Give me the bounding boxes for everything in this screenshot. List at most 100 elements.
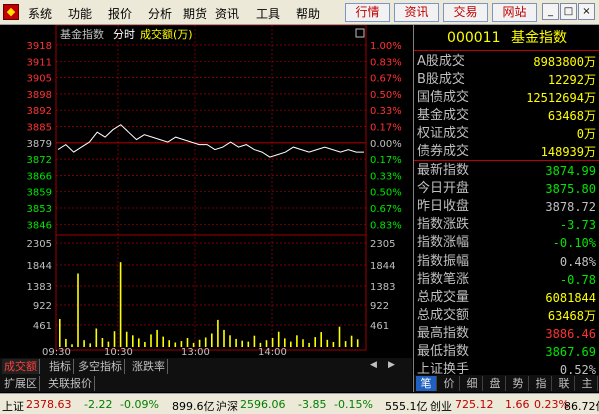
- extension-tab-bar: 扩展区 关联报价: [0, 375, 412, 392]
- trade-button[interactable]: 交易: [443, 3, 488, 22]
- volume-bar: [59, 319, 61, 347]
- menu-quote[interactable]: 报价: [108, 5, 132, 22]
- info-row: 昨日收盘 3878.72: [414, 198, 599, 216]
- quote-button[interactable]: 行情: [345, 3, 390, 22]
- tab-related-quotes[interactable]: 关联报价: [46, 376, 95, 391]
- info-row: 指数振幅 0.48%: [414, 253, 599, 271]
- percent-tick: 0.33%: [370, 106, 402, 117]
- percent-tick: 0.50%: [370, 90, 402, 101]
- menu-news[interactable]: 资讯: [215, 5, 239, 22]
- panel-tab[interactable]: 联: [554, 376, 575, 391]
- tab-advance-decline[interactable]: 涨跌率: [130, 359, 168, 374]
- info-row: 国债成交 12512694万: [414, 89, 599, 107]
- volume-tick: 1844: [27, 261, 52, 272]
- volume-tick: 461: [370, 321, 389, 332]
- volume-bar: [229, 335, 231, 347]
- tab-extension-area[interactable]: 扩展区: [2, 376, 40, 391]
- volume-bar: [271, 338, 274, 347]
- index-code: 000011: [447, 30, 501, 46]
- tab-indicator[interactable]: 指标: [47, 359, 74, 374]
- price-tick: 3885: [27, 123, 52, 134]
- volume-bar: [95, 328, 98, 347]
- panel-tab[interactable]: 主: [577, 376, 598, 391]
- price-tick: 3892: [27, 106, 52, 117]
- volume-bar: [138, 338, 140, 347]
- minimize-button[interactable]: _: [542, 3, 559, 20]
- panel-tab[interactable]: 势: [508, 376, 529, 391]
- menu-system[interactable]: 系统: [28, 5, 52, 22]
- menu-futures[interactable]: 期货: [183, 5, 207, 22]
- scroll-right-icon[interactable]: ▶: [388, 360, 395, 370]
- chart-canvas[interactable]: 基金指数 分时 成交额(万) 3918 1.00% 3911 0.83% 3905 0.67% 3…: [0, 25, 412, 358]
- news-button[interactable]: 资讯: [394, 3, 439, 22]
- info-row: 今日开盘 3875.80: [414, 180, 599, 198]
- info-label: 总成交额: [417, 307, 470, 323]
- panel-tab[interactable]: 笔: [416, 376, 437, 391]
- info-row: 最低指数 3867.69: [414, 343, 599, 361]
- info-row: 指数涨跌 -3.73: [414, 216, 599, 234]
- axis-labels: 基金指数 分时 成交额(万) 3918 1.00% 3911 0.83% 3905 0.67% 3…: [27, 27, 402, 358]
- price-line-layer: [57, 124, 364, 158]
- price-line: [57, 124, 364, 158]
- volume-bar: [156, 329, 158, 347]
- volume-bar: [332, 342, 335, 347]
- tab-bull-bear[interactable]: 多空指标: [76, 359, 125, 374]
- menu-bar: ◆ 系统 功能 报价 分析 期货 资讯 工具 帮助 行情 资讯 交易 网站 _ …: [0, 0, 599, 25]
- info-label: 最高指数: [417, 325, 470, 341]
- sz-label[interactable]: 沪深: [216, 398, 238, 414]
- volume-bar: [198, 339, 201, 347]
- menu-help[interactable]: 帮助: [296, 5, 320, 22]
- info-row: 债券成交 148939万: [414, 143, 599, 161]
- info-value: -3.73: [559, 218, 596, 233]
- panel-tab[interactable]: 指: [531, 376, 552, 391]
- panel-tab[interactable]: 盘: [485, 376, 506, 391]
- panel-tab-bar: 笔价细盘势指联主: [413, 375, 599, 392]
- info-label: 债券成交: [417, 144, 470, 159]
- info-value: 3867.69: [545, 345, 596, 359]
- volume-tick: 2305: [370, 239, 395, 250]
- sz-amount: 555.1亿: [385, 400, 428, 413]
- volume-tick: 922: [33, 301, 52, 312]
- menu-function[interactable]: 功能: [68, 5, 92, 22]
- sh-pct: -0.09%: [120, 398, 159, 411]
- info-label: A股成交: [417, 54, 465, 69]
- panel-tab[interactable]: 价: [439, 376, 460, 391]
- price-tick: 3872: [27, 155, 52, 166]
- volume-bar: [338, 326, 341, 347]
- volume-bar: [77, 273, 79, 347]
- percent-tick: 0.17%: [370, 155, 402, 166]
- cy-label[interactable]: 创业: [430, 398, 452, 414]
- volume-bar: [320, 332, 322, 347]
- volume-bar: [132, 335, 134, 347]
- tab-turnover[interactable]: 成交额: [2, 359, 40, 374]
- volume-bar: [284, 338, 286, 347]
- volume-bar: [186, 338, 189, 347]
- maximize-button[interactable]: □: [560, 3, 577, 20]
- volume-bar: [350, 335, 353, 347]
- info-label: 总成交量: [417, 289, 470, 305]
- volume-bar: [235, 338, 237, 347]
- intraday-chart[interactable]: 基金指数 分时 成交额(万) 3918 1.00% 3911 0.83% 3905 0.67% 3…: [0, 25, 412, 358]
- menu-tools[interactable]: 工具: [256, 5, 280, 22]
- menu-analysis[interactable]: 分析: [148, 5, 172, 22]
- website-button[interactable]: 网站: [492, 3, 537, 22]
- info-value: -0.78: [559, 272, 596, 287]
- info-label: 指数振幅: [417, 253, 470, 269]
- info-label: 指数涨幅: [417, 235, 470, 251]
- volume-bar: [71, 344, 73, 347]
- info-label: 今日开盘: [417, 181, 470, 197]
- chart-grid: [55, 25, 367, 351]
- panel-tab[interactable]: 细: [462, 376, 483, 391]
- volume-bar: [241, 340, 243, 347]
- volume-bar: [89, 343, 91, 347]
- price-tick: 3853: [27, 204, 52, 215]
- volume-bar: [308, 342, 310, 347]
- indicator-tab-bar: 成交额 指标 多空指标 涨跌率 ◀ ▶: [0, 358, 412, 375]
- price-tick: 3911: [27, 57, 52, 68]
- sh-label[interactable]: 上证: [2, 398, 24, 414]
- sz-index: 2596.06: [240, 398, 286, 411]
- info-row: 指数笔涨 -0.78: [414, 271, 599, 289]
- scroll-left-icon[interactable]: ◀: [370, 360, 377, 370]
- price-tick: 3859: [27, 188, 52, 199]
- close-button[interactable]: ×: [578, 3, 595, 20]
